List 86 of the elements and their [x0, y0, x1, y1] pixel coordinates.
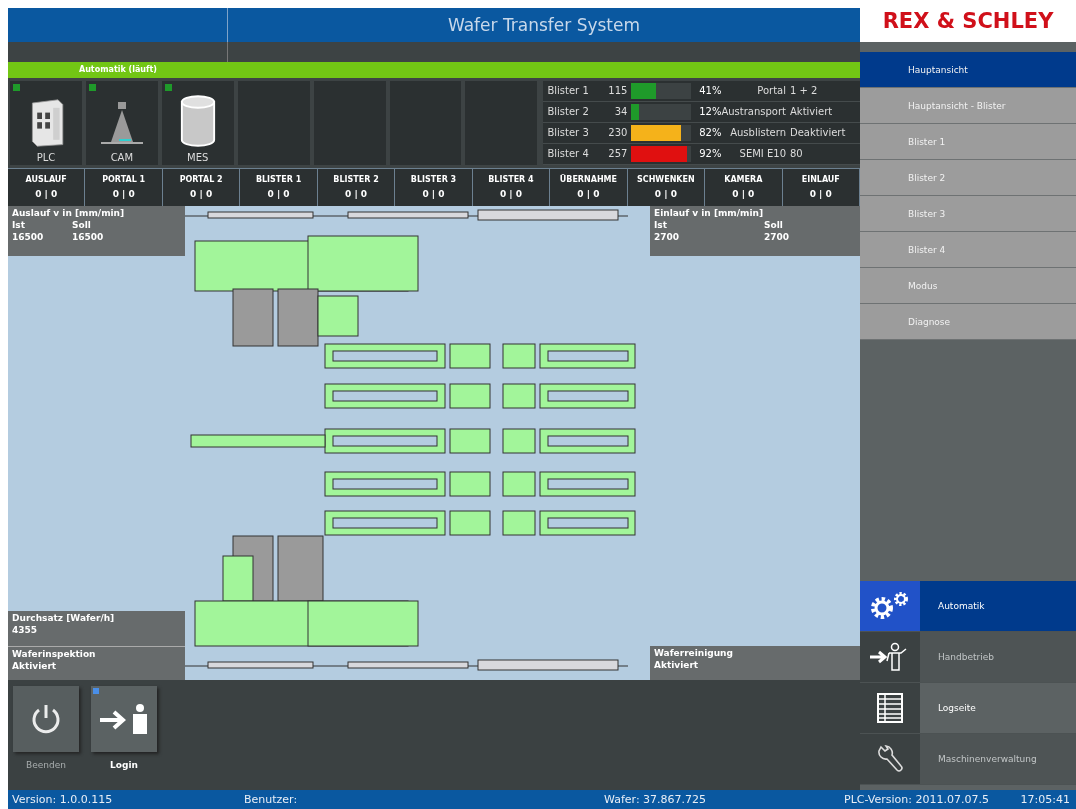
station-name: BLISTER 1 — [255, 175, 302, 185]
station-name: EINLAUF — [801, 175, 840, 185]
clock-time: 17:05:41 — [1020, 793, 1070, 806]
field-value: 16500 — [12, 231, 45, 242]
fill-percent: 82% — [698, 127, 722, 139]
status-value: 80 — [790, 148, 804, 160]
nav-item[interactable]: Hauptansicht - Blister — [860, 88, 1076, 124]
mode-icon-tile[interactable] — [860, 683, 920, 733]
wrench-icon — [877, 744, 903, 774]
database-icon — [178, 93, 217, 148]
station-value: 0 | 0 — [112, 189, 135, 200]
blister-count: 257 — [607, 148, 628, 160]
panel-title: Einlauf v in [mm/min] — [654, 207, 765, 218]
fill-percent: 41% — [698, 85, 722, 97]
mode-item[interactable]: Automatik — [920, 581, 1076, 631]
blister-name: Blister 1 — [546, 85, 590, 97]
field-label: Soll — [764, 219, 784, 230]
station-name: ÜBERNAHME — [559, 175, 617, 185]
status-label: Portal — [756, 85, 786, 97]
field-label: Ist — [12, 219, 26, 230]
nav-item[interactable]: Modus — [860, 268, 1076, 304]
panel-title: Waferreinigung — [654, 647, 734, 658]
device-label: CAM — [110, 151, 134, 163]
nav-item[interactable]: Diagnose — [860, 304, 1076, 340]
station-value: 0 | 0 — [809, 189, 832, 200]
station-name: BLISTER 4 — [488, 175, 534, 185]
version-text: Version: 1.0.0.115 — [12, 793, 114, 806]
fill-percent: 12% — [698, 106, 722, 118]
device-label: PLC — [36, 151, 56, 163]
mode-status: Automatik (läuft) — [77, 65, 159, 75]
field-value: 16500 — [72, 231, 105, 242]
device-label: MES — [187, 151, 209, 163]
field-label: Soll — [72, 219, 92, 230]
status-label: Austransport — [721, 106, 786, 118]
station-value: 0 | 0 — [654, 189, 677, 200]
blister-name: Blister 4 — [546, 148, 590, 160]
status-label: SEMI E10 — [738, 148, 786, 160]
field-value: 4355 — [12, 624, 39, 635]
list-icon — [877, 693, 903, 723]
station-name: AUSLAUF — [25, 175, 67, 185]
station-name: BLISTER 3 — [410, 175, 457, 185]
blister-count: 230 — [607, 127, 628, 139]
field-label: Ist — [654, 219, 668, 230]
field-value: Aktiviert — [654, 659, 700, 670]
window-title: Wafer Transfer System — [446, 14, 642, 35]
station-name: BLISTER 2 — [333, 175, 379, 185]
wafer-count: Wafer: 37.867.725 — [604, 793, 708, 806]
panel-title: Waferinspektion — [12, 648, 97, 659]
field-value: Aktiviert — [12, 660, 58, 671]
station-value: 0 | 0 — [732, 189, 755, 200]
status-label: Ausblistern — [729, 127, 786, 139]
nav-item[interactable]: Hauptansicht — [860, 52, 1076, 88]
station-name: PORTAL 2 — [179, 175, 223, 185]
station-value: 0 | 0 — [422, 189, 445, 200]
station-value: 0 | 0 — [345, 189, 368, 200]
blister-count: 34 — [613, 106, 628, 118]
fill-percent: 92% — [698, 148, 722, 160]
station-value: 0 | 0 — [577, 189, 600, 200]
button-caption: Login — [110, 760, 138, 771]
plc-version-text: PLC-Version: 2011.07.07.5 — [844, 793, 989, 806]
station-value: 0 | 0 — [190, 189, 213, 200]
blister-count: 115 — [607, 85, 628, 97]
panel-title: Durchsatz [Wafer/h] — [12, 612, 116, 623]
field-value: 2700 — [654, 231, 681, 242]
nav-item[interactable]: Blister 1 — [860, 124, 1076, 160]
station-value: 0 | 0 — [35, 189, 58, 200]
panel-title: Auslauf v in [mm/min] — [12, 207, 126, 218]
status-value: Aktiviert — [790, 106, 834, 118]
blister-name: Blister 3 — [546, 127, 590, 139]
login-button[interactable] — [91, 686, 157, 753]
blister-name: Blister 2 — [546, 106, 590, 118]
station-name: SCHWENKEN — [637, 175, 695, 185]
station-name: KAMERA — [724, 175, 763, 185]
station-name: PORTAL 1 — [102, 175, 146, 185]
button-caption: Beenden — [26, 760, 66, 771]
station-value: 0 | 0 — [499, 189, 522, 200]
station-value: 0 | 0 — [267, 189, 290, 200]
mode-icon-tile[interactable] — [860, 581, 920, 631]
nav-item[interactable]: Blister 3 — [860, 196, 1076, 232]
status-value: Deaktiviert — [790, 127, 847, 139]
login-icon — [98, 702, 150, 737]
nav-item[interactable]: Blister 2 — [860, 160, 1076, 196]
status-value: 1 + 2 — [790, 85, 819, 97]
nav-item[interactable]: Blister 4 — [860, 232, 1076, 268]
field-value: 2700 — [764, 231, 791, 242]
user-text: Benutzer: — [244, 793, 299, 806]
